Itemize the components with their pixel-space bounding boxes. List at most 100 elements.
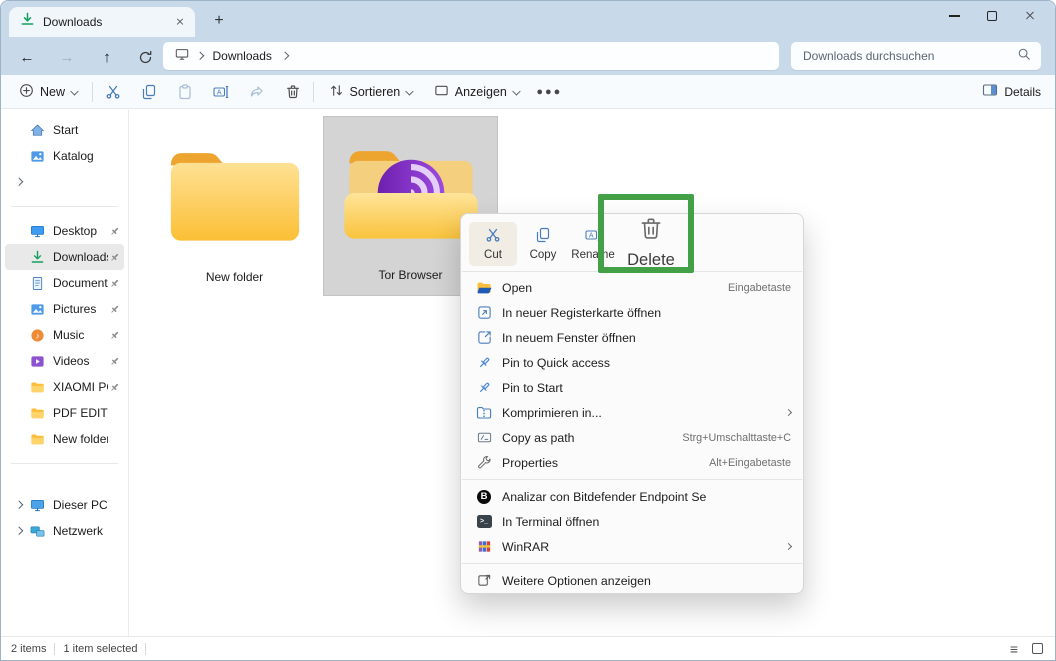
sidebar-item-videos[interactable]: Videos — [5, 348, 124, 374]
terminal-icon: >_ — [475, 515, 493, 528]
menu-item-pin-start[interactable]: Pin to Start — [461, 375, 803, 400]
tab-downloads[interactable]: Downloads — [9, 7, 195, 37]
pin-icon — [108, 356, 120, 367]
cut-command[interactable]: Cut — [469, 222, 517, 266]
menu-item-copy-as-path[interactable]: Copy as path Strg+Umschalttaste+C — [461, 425, 803, 450]
cut-button[interactable] — [100, 79, 126, 105]
menu-item-compress[interactable]: Komprimieren in... — [461, 400, 803, 425]
plus-icon: + — [214, 12, 224, 29]
details-pane-icon — [982, 82, 998, 101]
forward-button[interactable]: → — [53, 44, 81, 70]
minimize-button[interactable] — [935, 1, 973, 31]
rename-icon: A — [585, 227, 601, 246]
sidebar-item-documents[interactable]: Documents — [5, 270, 124, 296]
list-view-icon[interactable]: ≡ — [1010, 642, 1018, 656]
delete-command[interactable]: Delete — [619, 210, 683, 272]
chevron-down-icon — [512, 86, 521, 95]
wrench-icon — [475, 455, 493, 470]
menu-item-bitdefender-scan[interactable]: B Analizar con Bitdefender Endpoint Se — [461, 484, 803, 509]
more-toolbar-options-icon[interactable]: ●●● — [526, 86, 572, 98]
refresh-button[interactable] — [131, 44, 159, 70]
sidebar-item-netzwerk[interactable]: Netzwerk — [5, 518, 124, 544]
items-count: 2 items — [11, 642, 47, 655]
breadcrumb-chevron-icon[interactable] — [280, 52, 289, 60]
delete-label: Delete — [627, 251, 675, 269]
rename-command[interactable]: A Rename — [569, 222, 617, 266]
context-menu-command-row: Cut Copy A Rename Delete — [461, 218, 803, 269]
menu-item-open-new-tab[interactable]: In neuer Registerkarte öffnen — [461, 300, 803, 325]
chevron-right-icon[interactable] — [15, 501, 23, 509]
chevron-down-icon — [70, 86, 79, 95]
sort-button[interactable]: Sortieren — [321, 78, 420, 106]
menu-item-pin-quick-access[interactable]: Pin to Quick access — [461, 350, 803, 375]
sidebar-item-start[interactable]: Start — [5, 117, 124, 143]
menu-item-open-new-window[interactable]: In neuem Fenster öffnen — [461, 325, 803, 350]
rename-button[interactable]: A — [208, 79, 234, 105]
sidebar-item-xiaomi-poco-f[interactable]: XIAOMI POCO F — [5, 374, 124, 400]
file-tile-new-folder[interactable]: New folder — [147, 117, 322, 297]
copy-command[interactable]: Copy — [519, 222, 567, 266]
view-button[interactable]: Anzeigen — [426, 78, 527, 106]
thumbnail-view-icon[interactable] — [1032, 643, 1043, 654]
breadcrumb-downloads[interactable]: Downloads — [213, 49, 272, 63]
downloads-icon — [29, 250, 46, 265]
magnifier-icon[interactable] — [1017, 47, 1031, 66]
close-button[interactable] — [1011, 1, 1049, 31]
scissors-icon — [485, 227, 501, 246]
chevron-down-icon — [405, 86, 414, 95]
sidebar-item-new-folder[interactable]: New folder — [5, 426, 124, 452]
menu-item-open[interactable]: Open Eingabetaste — [461, 275, 803, 300]
music-icon: ♪ — [29, 328, 46, 343]
minimize-icon — [948, 15, 960, 17]
pin-icon — [475, 381, 493, 395]
copy-button[interactable] — [136, 79, 162, 105]
paste-icon-disabled[interactable] — [172, 79, 198, 105]
download-icon — [20, 12, 35, 32]
share-icon-disabled[interactable] — [244, 79, 270, 105]
new-button-label: New — [40, 84, 66, 99]
window-controls — [935, 1, 1049, 31]
chevron-right-icon[interactable] — [15, 527, 23, 535]
this-pc-monitor-icon[interactable] — [175, 47, 189, 66]
videos-icon — [29, 354, 46, 369]
sidebar-item-pictures[interactable]: Pictures — [5, 296, 124, 322]
new-button[interactable]: New — [11, 78, 85, 106]
gallery-icon — [29, 149, 46, 164]
menu-item-properties[interactable]: Properties Alt+Eingabetaste — [461, 450, 803, 475]
context-menu: Cut Copy A Rename Delete Open Eingabetas… — [460, 213, 804, 594]
maximize-button[interactable] — [973, 1, 1011, 31]
copy-label: Copy — [529, 249, 557, 261]
new-tab-button[interactable]: + — [206, 9, 232, 33]
sidebar-item-dieser-pc[interactable]: Dieser PC — [5, 492, 124, 518]
menu-item-show-more-options[interactable]: Weitere Optionen anzeigen — [461, 568, 803, 593]
sidebar-collapsed-tree-item[interactable] — [5, 169, 124, 195]
sidebar-item-desktop[interactable]: Desktop — [5, 218, 124, 244]
trash-icon — [638, 216, 664, 247]
address-bar[interactable]: Downloads — [163, 42, 779, 70]
search-input[interactable] — [803, 49, 1017, 63]
search-box[interactable] — [791, 42, 1041, 70]
svg-text:A: A — [216, 89, 221, 96]
sidebar-item-downloads[interactable]: Downloads — [5, 244, 124, 270]
command-toolbar: New A Sortieren Anzeigen ●●● Details — [1, 75, 1055, 109]
svg-text:♪: ♪ — [35, 330, 39, 340]
tab-close-icon[interactable] — [174, 16, 185, 27]
menu-item-open-in-terminal[interactable]: >_ In Terminal öffnen — [461, 509, 803, 534]
status-bar: 2 items 1 item selected ≡ — [1, 636, 1055, 660]
open-folder-icon — [475, 280, 493, 296]
sort-arrows-icon — [329, 83, 344, 101]
menu-item-winrar[interactable]: WinRAR — [461, 534, 803, 559]
this-pc-icon — [29, 498, 46, 513]
chevron-right-icon — [15, 178, 23, 186]
navigation-bar: ← → ↑ Downloads — [1, 37, 1055, 75]
sidebar-item-katalog[interactable]: Katalog — [5, 143, 124, 169]
pin-icon — [108, 304, 120, 315]
up-button[interactable]: ↑ — [93, 44, 121, 70]
sidebar-item-pdf-editor[interactable]: PDF EDITOR — [5, 400, 124, 426]
copy-path-icon — [475, 430, 493, 445]
back-button[interactable]: ← — [13, 44, 41, 70]
sidebar-item-music[interactable]: ♪ Music — [5, 322, 124, 348]
menu-divider — [462, 479, 802, 480]
delete-button[interactable] — [280, 79, 306, 105]
details-pane-button[interactable]: Details — [982, 82, 1041, 101]
